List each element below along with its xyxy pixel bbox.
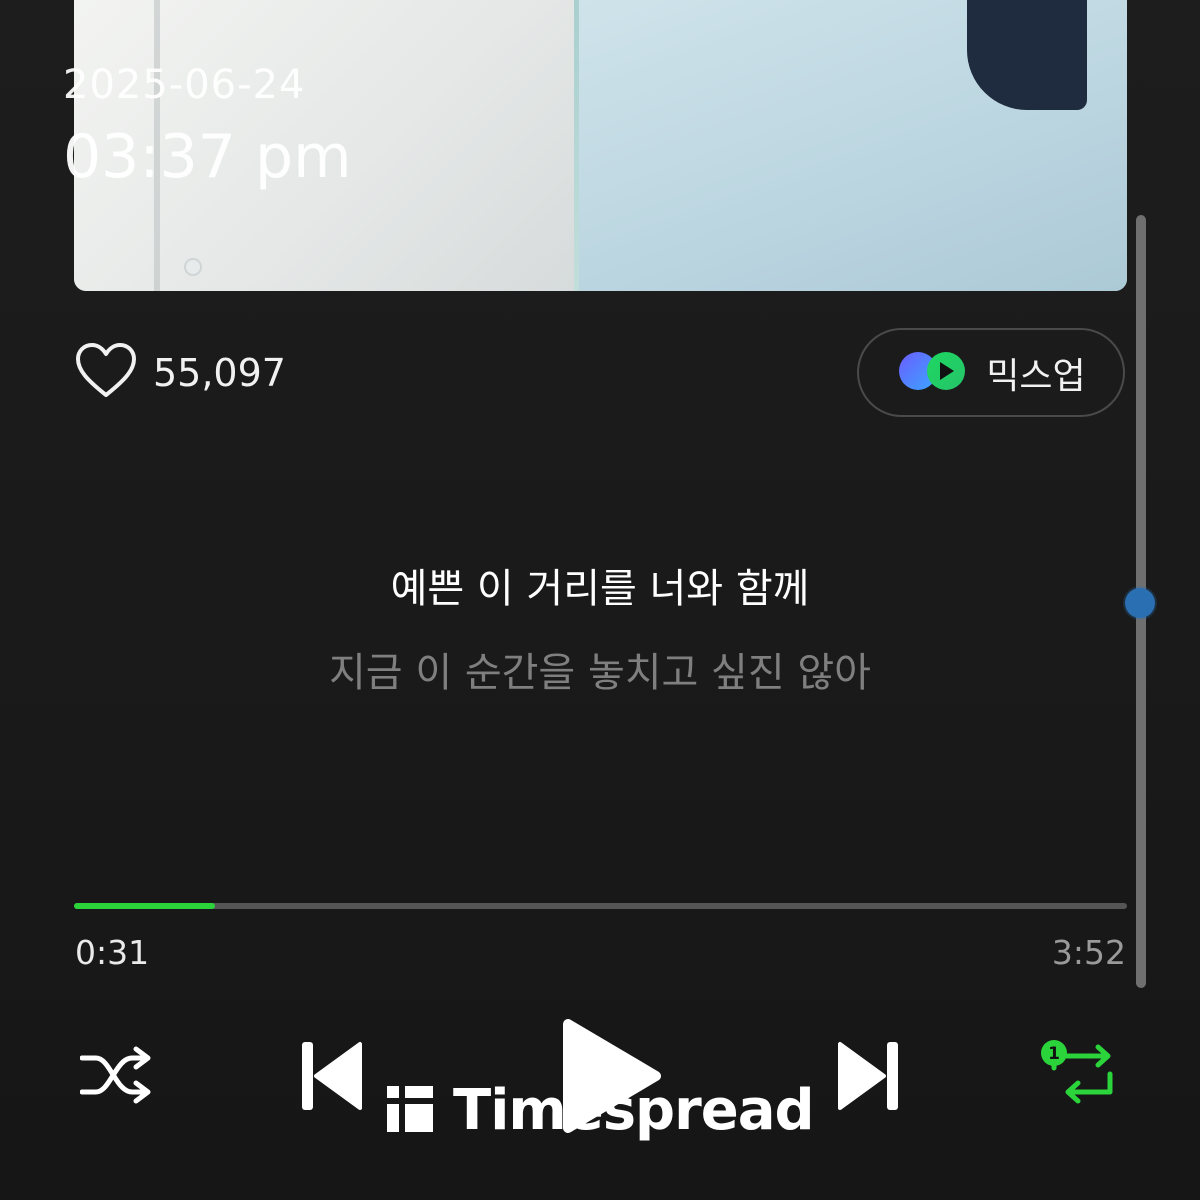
skip-previous-icon: [298, 1038, 364, 1118]
shuffle-button[interactable]: [79, 1046, 152, 1108]
overlay-time: 03:37 pm: [63, 122, 352, 192]
repeat-button[interactable]: 1: [1040, 1040, 1122, 1112]
mixup-button[interactable]: 믹스업: [857, 328, 1125, 417]
lyric-next-line[interactable]: 지금 이 순간을 놓치고 싶진 않아: [0, 640, 1200, 698]
watermark-text: Timespread: [453, 1078, 815, 1143]
album-art-collar: [967, 0, 1087, 110]
shuffle-icon: [79, 1046, 152, 1108]
datetime-overlay: 2025-06-24 03:37 pm: [63, 62, 352, 192]
heart-outline-icon[interactable]: [75, 342, 137, 404]
album-art-shirt-button: [184, 258, 202, 276]
total-time: 3:52: [1051, 933, 1126, 972]
next-button[interactable]: [836, 1040, 902, 1116]
mixup-label: 믹스업: [986, 355, 1086, 397]
elapsed-time: 0:31: [75, 933, 150, 972]
lyric-current-line[interactable]: 예쁜 이 거리를 너와 함께: [0, 556, 1200, 614]
watermark: Timespread: [385, 1078, 815, 1143]
previous-button[interactable]: [298, 1040, 364, 1116]
skip-next-icon: [836, 1038, 902, 1118]
progress-bar-fill: [74, 903, 215, 909]
like-count: 55,097: [153, 351, 286, 395]
timespread-logo-icon: [385, 1084, 435, 1138]
repeat-one-icon: 1: [1040, 1038, 1122, 1114]
progress-bar[interactable]: [74, 903, 1127, 909]
like-row: 55,097: [75, 342, 286, 404]
repeat-one-badge: 1: [1048, 1044, 1060, 1064]
mixup-logo-icon: [896, 349, 972, 397]
overlay-date: 2025-06-24: [63, 62, 306, 108]
